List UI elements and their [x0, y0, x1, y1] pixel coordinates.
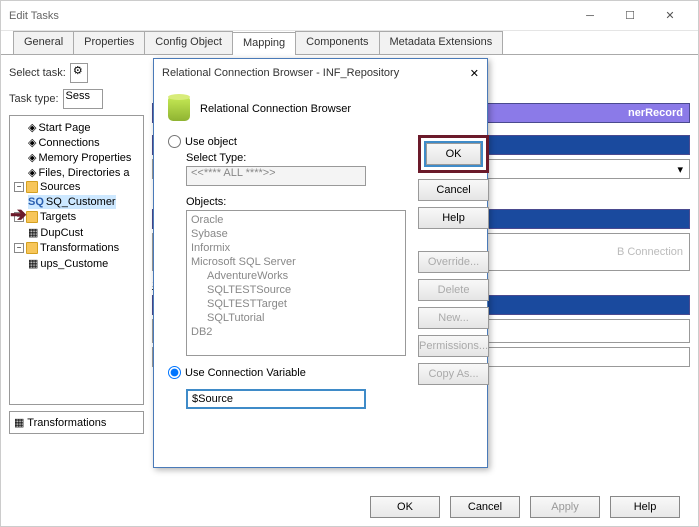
dialog-close-button[interactable]: ✕ — [470, 67, 479, 80]
tree-transformations[interactable]: − Transformations — [14, 241, 141, 255]
window-buttons: ─ ☐ ✕ — [570, 2, 690, 30]
tab-config-object[interactable]: Config Object — [144, 31, 233, 54]
dialog-header: Relational Connection Browser — [168, 97, 473, 121]
dialog-new-button: New... — [418, 307, 489, 329]
left-column: Select task: ⚙ Task type: Sess ◈ Start P… — [9, 63, 144, 478]
task-type-label: Task type: — [9, 93, 59, 105]
dialog-cancel-button[interactable]: Cancel — [418, 179, 489, 201]
connection-hint: B Connection — [617, 246, 683, 258]
dialog-titlebar: Relational Connection Browser - INF_Repo… — [154, 59, 487, 87]
tree-targets[interactable]: − Targets — [14, 210, 141, 224]
window-title: Edit Tasks — [9, 10, 570, 22]
tab-mapping[interactable]: Mapping — [232, 32, 296, 55]
dialog-permissions-button: Permissions... — [418, 335, 489, 357]
ok-highlight: OK — [418, 135, 489, 173]
select-task-button[interactable]: ⚙ — [70, 63, 88, 83]
list-item[interactable]: SQLTutorial — [191, 311, 401, 325]
objects-label: Objects: — [186, 196, 406, 208]
connection-variable-input[interactable] — [186, 389, 366, 409]
task-type-combo[interactable]: Sess — [63, 89, 103, 109]
minimize-button[interactable]: ─ — [570, 2, 610, 30]
use-conn-var-radio[interactable]: Use Connection Variable — [168, 366, 406, 379]
tab-components[interactable]: Components — [295, 31, 379, 54]
tree-files[interactable]: ◈ Files, Directories a — [14, 165, 141, 180]
use-object-radio-input[interactable] — [168, 135, 181, 148]
dialog-delete-button: Delete — [418, 279, 489, 301]
transformations-bar[interactable]: ▦ Transformations — [9, 411, 144, 434]
main-apply-button: Apply — [530, 496, 600, 518]
list-item[interactable]: Informix — [191, 241, 401, 255]
navigation-tree[interactable]: ◈ Start Page ◈ Connections ◈ Memory Prop… — [9, 115, 144, 405]
select-type-combo[interactable]: <<**** ALL ****>> — [186, 166, 366, 186]
use-conn-var-radio-input[interactable] — [168, 366, 181, 379]
list-item[interactable]: SQLTESTSource — [191, 283, 401, 297]
pointer-arrow-icon: ➔ — [10, 202, 27, 227]
maximize-button[interactable]: ☐ — [610, 2, 650, 30]
objects-list[interactable]: Oracle Sybase Informix Microsoft SQL Ser… — [186, 210, 406, 356]
tree-ups-custome[interactable]: ▦ ups_Custome — [28, 256, 108, 271]
main-titlebar: Edit Tasks ─ ☐ ✕ — [1, 1, 698, 31]
main-cancel-button[interactable]: Cancel — [450, 496, 520, 518]
tab-properties[interactable]: Properties — [73, 31, 145, 54]
tab-metadata[interactable]: Metadata Extensions — [379, 31, 504, 54]
list-item[interactable]: SQLTESTTarget — [191, 297, 401, 311]
tab-general[interactable]: General — [13, 31, 74, 54]
select-type-label: Select Type: — [186, 152, 406, 164]
list-item[interactable]: DB2 — [191, 325, 401, 339]
tree-memory[interactable]: ◈ Memory Properties — [14, 150, 141, 165]
list-item[interactable]: Oracle — [191, 213, 401, 227]
dialog-title: Relational Connection Browser - INF_Repo… — [162, 67, 470, 79]
dialog-buttons: OK Cancel Help Override... Delete New...… — [418, 135, 489, 409]
tree-dupcust[interactable]: ▦ DupCust — [28, 225, 83, 240]
tree-sources[interactable]: − Sources — [14, 180, 141, 194]
grid-icon: ▦ — [14, 417, 24, 429]
main-ok-button[interactable]: OK — [370, 496, 440, 518]
dialog-left: Use object Select Type: <<**** ALL ****>… — [168, 135, 406, 409]
list-item[interactable]: Microsoft SQL Server — [191, 255, 401, 269]
tree-start-page[interactable]: ◈ Start Page — [14, 120, 141, 135]
list-item[interactable]: AdventureWorks — [191, 269, 401, 283]
close-button[interactable]: ✕ — [650, 2, 690, 30]
dialog-ok-button[interactable]: OK — [426, 143, 481, 165]
tab-row: General Properties Config Object Mapping… — [1, 31, 698, 55]
dialog-copy-button: Copy As... — [418, 363, 489, 385]
main-help-button[interactable]: Help — [610, 496, 680, 518]
dialog-help-button[interactable]: Help — [418, 207, 489, 229]
tree-connections[interactable]: ◈ Connections — [14, 135, 141, 150]
tree-sq-customer[interactable]: SQ SQ_Customer — [28, 195, 116, 209]
list-item[interactable]: Sybase — [191, 227, 401, 241]
select-task-label: Select task: — [9, 67, 66, 79]
connection-browser-dialog: Relational Connection Browser - INF_Repo… — [153, 58, 488, 468]
database-icon — [168, 97, 190, 121]
use-object-radio[interactable]: Use object — [168, 135, 406, 148]
dialog-header-text: Relational Connection Browser — [200, 103, 351, 115]
bottom-buttons: OK Cancel Apply Help — [370, 496, 680, 518]
dialog-override-button: Override... — [418, 251, 489, 273]
dialog-body: Relational Connection Browser Use object… — [154, 87, 487, 419]
